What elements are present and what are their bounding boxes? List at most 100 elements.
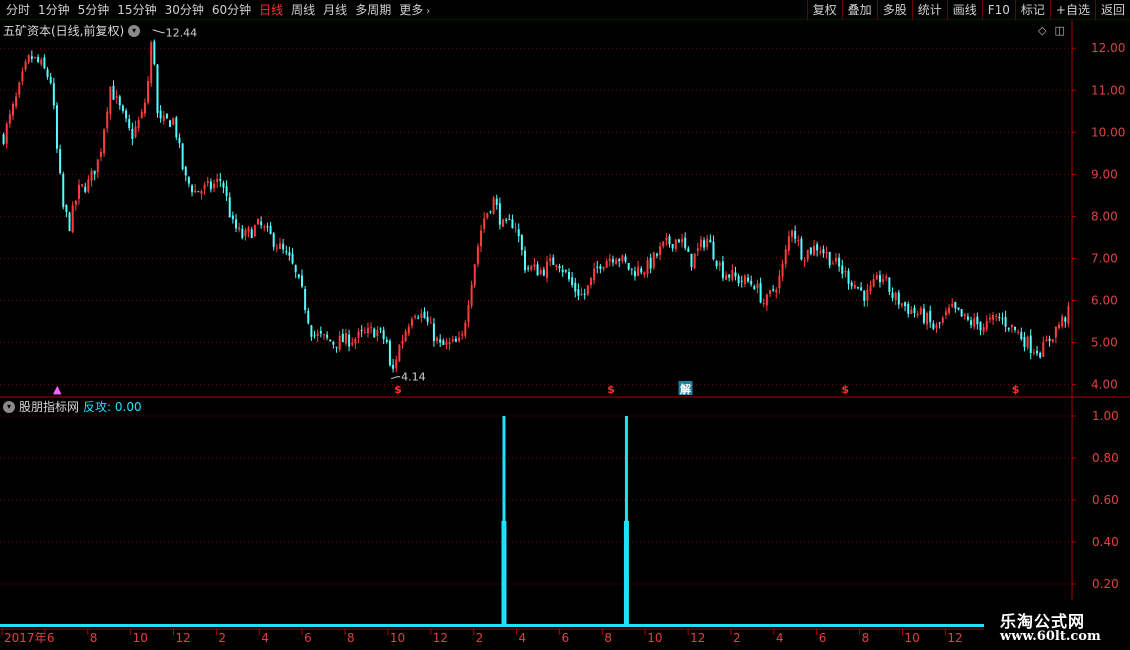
candle-body <box>960 309 963 317</box>
candle-body <box>737 275 740 284</box>
event-marker: 解 <box>680 382 691 396</box>
candle-body <box>300 275 303 287</box>
candle-body <box>366 327 369 334</box>
candle-body <box>172 118 175 125</box>
candle-body <box>404 331 407 342</box>
toolbar-button-4[interactable]: 画线 <box>946 0 982 20</box>
chevron-down-icon[interactable]: ▾ <box>3 400 15 413</box>
toolbar-button-1[interactable]: 叠加 <box>841 0 877 20</box>
candle-body <box>432 323 435 342</box>
tab-period-0[interactable]: 分时 <box>2 0 34 20</box>
candle-body <box>106 111 109 129</box>
toolbar-button-7[interactable]: +自选 <box>1049 0 1095 20</box>
candle-body <box>470 284 473 306</box>
candle-body <box>313 335 316 337</box>
candle-body <box>743 275 746 284</box>
candle-body <box>850 282 853 287</box>
candle-body <box>775 289 778 293</box>
date-label: 4 <box>261 631 269 645</box>
candle-body <box>505 219 508 221</box>
candle-body <box>278 243 281 249</box>
candle-body <box>976 316 979 325</box>
event-marker: $ <box>1012 383 1020 396</box>
candle-body <box>272 233 275 247</box>
tab-period-2[interactable]: 5分钟 <box>74 0 114 20</box>
toolbar-button-2[interactable]: 多股 <box>876 0 912 20</box>
candle-body <box>922 308 925 323</box>
candle-body <box>11 103 14 116</box>
tab-period-8[interactable]: 月线 <box>319 0 351 20</box>
candle-body <box>665 237 668 241</box>
tab-more[interactable]: 更多 › <box>395 0 434 20</box>
candle-body <box>866 289 869 301</box>
toolbar-button-3[interactable]: 统计 <box>911 0 947 20</box>
tab-period-3[interactable]: 15分钟 <box>113 0 160 20</box>
candle-body <box>753 286 756 290</box>
toolbar-button-8[interactable]: 返回 <box>1094 0 1130 20</box>
candle-body <box>992 314 995 320</box>
indicator-title: ▾ 股朋指标网 反攻: 0.00 <box>3 398 142 415</box>
candle-body <box>351 342 354 345</box>
tab-period-9[interactable]: 多周期 <box>351 0 395 20</box>
candle-body <box>49 76 52 84</box>
candle-body <box>841 265 844 274</box>
candle-body <box>480 230 483 246</box>
candle-body <box>426 316 429 322</box>
candle-body <box>187 177 190 184</box>
chart-area[interactable]: 12.00 11.00 10.00 9.00 8.00 7.00 6.00 5.00 4.00 1… <box>0 21 1130 650</box>
candle-body <box>1064 317 1067 322</box>
candle-body <box>454 338 457 342</box>
date-label: 12 <box>690 631 705 645</box>
candle-body <box>338 335 341 350</box>
candle-body <box>721 261 724 279</box>
date-label: 2 <box>218 631 226 645</box>
candle-body <box>552 257 555 265</box>
candle-body <box>159 110 162 119</box>
toolbar-button-5[interactable]: F10 <box>981 0 1015 20</box>
chevron-down-icon[interactable]: ▾ <box>128 24 141 37</box>
candle-body <box>429 322 432 324</box>
candle-body <box>451 339 454 342</box>
diamond-icon[interactable]: ◇ <box>1038 24 1046 37</box>
candle-body <box>291 253 294 264</box>
candle-body <box>703 240 706 248</box>
candle-body <box>542 269 545 276</box>
candle-body <box>558 266 561 269</box>
candle-body <box>442 340 445 345</box>
candle-body <box>615 259 618 265</box>
panel-icon[interactable]: ◫ <box>1054 24 1064 37</box>
date-label: 10 <box>904 631 919 645</box>
candle-body <box>872 279 875 287</box>
tab-period-4[interactable]: 30分钟 <box>161 0 208 20</box>
candle-body <box>816 244 819 251</box>
candle-body <box>162 115 165 121</box>
candle-body <box>357 331 360 338</box>
candle-body <box>885 276 888 279</box>
tab-period-5[interactable]: 60分钟 <box>208 0 255 20</box>
candle-body <box>756 283 759 289</box>
indicator-value: 反攻: 0.00 <box>83 400 142 414</box>
tab-period-6[interactable]: 日线 <box>255 0 287 20</box>
toolbar-button-0[interactable]: 复权 <box>806 0 842 20</box>
date-label: 8 <box>347 631 355 645</box>
watermark-url: www.60lt.com <box>1000 629 1101 644</box>
candle-body <box>693 253 696 269</box>
date-label: 12 <box>947 631 962 645</box>
candle-body <box>1010 324 1013 328</box>
candle-body <box>574 282 577 292</box>
candle-body <box>140 111 143 118</box>
candle-body <box>62 173 65 207</box>
toolbar-button-6[interactable]: 标记 <box>1014 0 1050 20</box>
kline-chart[interactable]: 12.00 11.00 10.00 9.00 8.00 7.00 6.00 5.00 4.00 1… <box>0 21 1130 650</box>
candle-body <box>191 185 194 193</box>
tab-period-7[interactable]: 周线 <box>287 0 319 20</box>
candle-body <box>527 267 530 269</box>
candle-body <box>319 330 322 334</box>
price-tick-label: 8.00 <box>1091 209 1118 223</box>
candle-body <box>589 277 592 285</box>
candle-body <box>662 241 665 247</box>
candle-body <box>759 283 762 303</box>
tab-period-1[interactable]: 1分钟 <box>34 0 74 20</box>
candle-body <box>115 96 118 98</box>
candle-body <box>304 288 307 310</box>
